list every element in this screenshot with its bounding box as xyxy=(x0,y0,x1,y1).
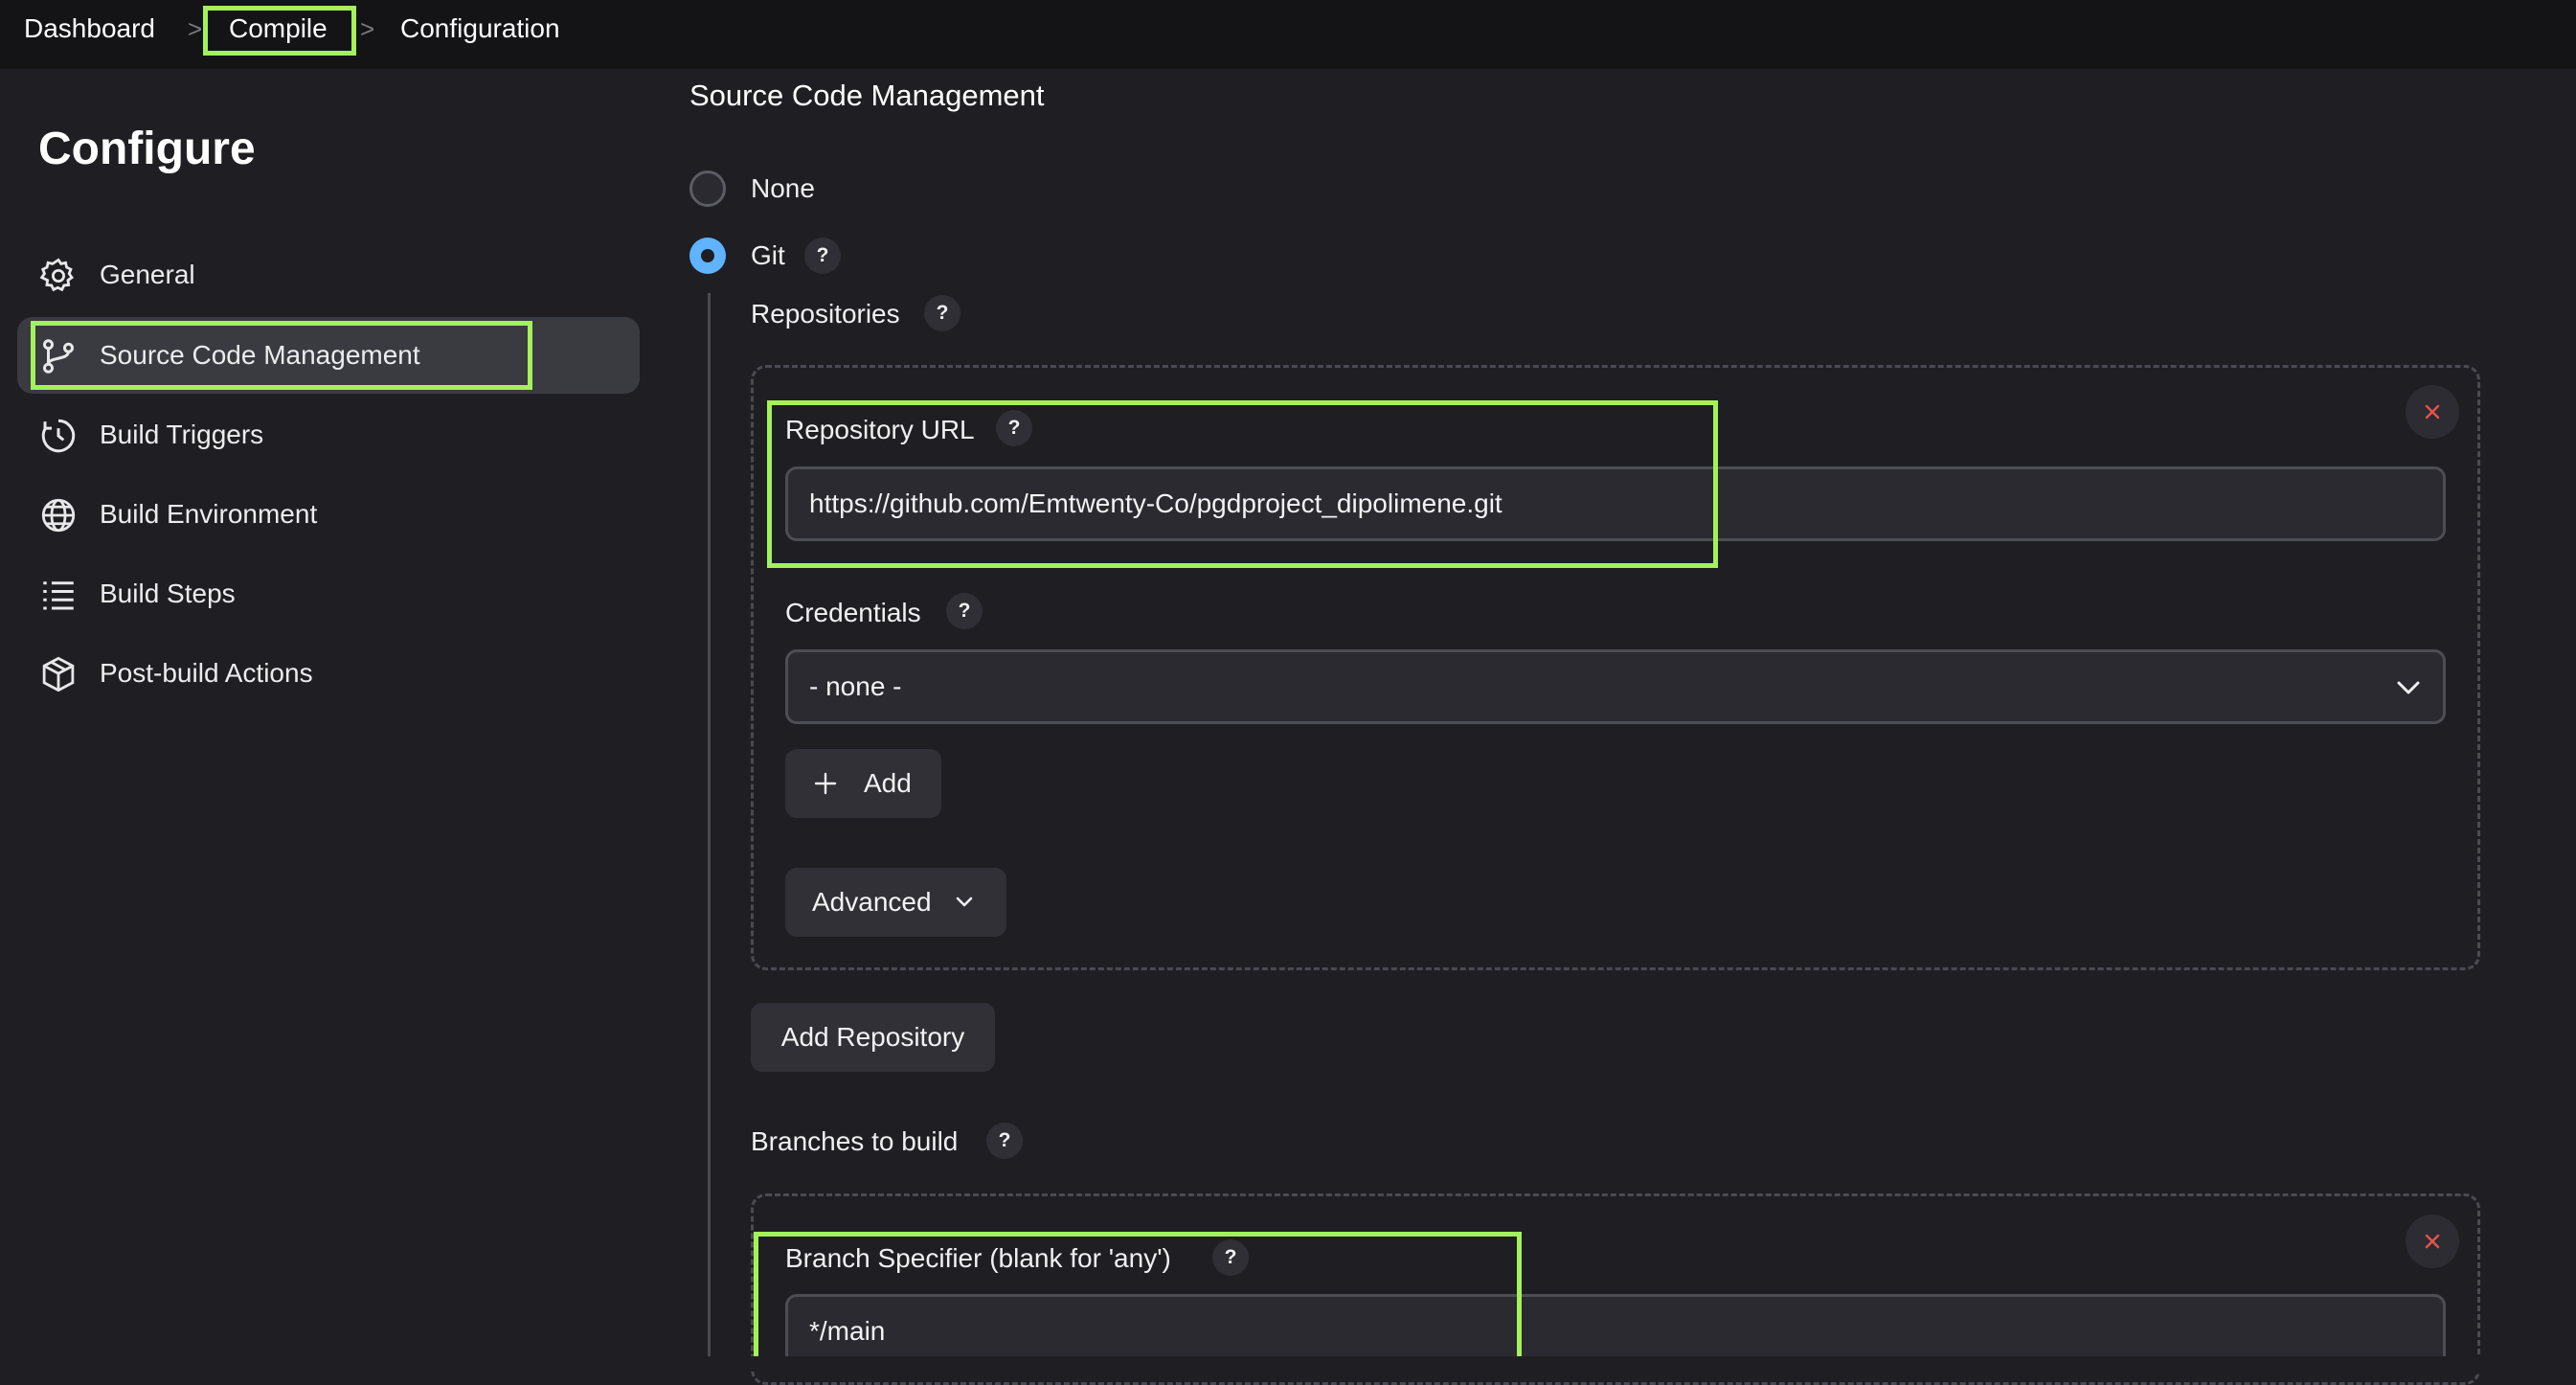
sidebar-item-post-build-actions[interactable]: Post-build Actions xyxy=(17,635,640,712)
sidebar-item-build-environment[interactable]: Build Environment xyxy=(17,476,640,553)
advanced-button[interactable]: Advanced xyxy=(785,868,1006,937)
sidebar-title: Configure xyxy=(38,124,256,174)
gear-icon xyxy=(39,258,74,292)
delete-repository-button[interactable] xyxy=(2406,385,2459,439)
advanced-button-label: Advanced xyxy=(812,887,932,917)
repositories-label: Repositories xyxy=(751,299,900,329)
breadcrumb-bar: Dashboard > Compile > Configuration xyxy=(0,0,2576,69)
breadcrumb-dashboard[interactable]: Dashboard xyxy=(24,13,155,44)
sidebar-item-label: Build Triggers xyxy=(100,420,264,449)
sidebar-item-label: Build Environment xyxy=(100,499,318,529)
globe-icon xyxy=(41,498,76,533)
sidebar-item-label: Build Steps xyxy=(100,579,236,608)
breadcrumb-configuration[interactable]: Configuration xyxy=(400,13,560,44)
section-divider xyxy=(708,293,711,1356)
close-icon xyxy=(2425,404,2440,420)
help-icon[interactable]: ? xyxy=(986,1123,1023,1159)
chevron-down-icon xyxy=(956,897,973,907)
clock-icon xyxy=(41,419,76,453)
help-icon[interactable]: ? xyxy=(946,593,983,629)
help-icon[interactable]: ? xyxy=(1212,1239,1249,1276)
breadcrumb-compile[interactable]: Compile xyxy=(229,13,328,44)
radio-git-label: Git xyxy=(751,240,785,270)
add-button-label: Add xyxy=(864,768,912,798)
close-icon xyxy=(2425,1234,2440,1249)
add-repository-button[interactable]: Add Repository xyxy=(751,1003,995,1072)
section-title: Source Code Management xyxy=(689,79,1045,112)
delete-branch-button[interactable] xyxy=(2406,1215,2459,1268)
git-branch-icon xyxy=(42,339,75,374)
branch-specifier-label: Branch Specifier (blank for 'any') xyxy=(785,1243,1171,1273)
plus-icon xyxy=(814,772,837,795)
bottom-edge xyxy=(0,1356,2576,1372)
sidebar-item-label: Source Code Management xyxy=(100,340,420,370)
credentials-select[interactable]: - none - xyxy=(785,649,2446,724)
credentials-label: Credentials xyxy=(785,598,921,627)
chevron-down-icon xyxy=(2397,681,2420,694)
add-credentials-button[interactable]: Add xyxy=(785,749,941,818)
sidebar-item-build-triggers[interactable]: Build Triggers xyxy=(17,397,640,473)
radio-git[interactable] xyxy=(689,238,726,274)
list-icon xyxy=(43,581,74,610)
repository-url-label: Repository URL xyxy=(785,415,975,444)
radio-none-label: None xyxy=(751,173,815,203)
sidebar-item-label: General xyxy=(100,260,195,289)
sidebar-item-source-code-management[interactable]: Source Code Management xyxy=(17,317,640,394)
help-icon[interactable]: ? xyxy=(924,295,960,331)
branches-to-build-label: Branches to build xyxy=(751,1126,959,1156)
sidebar-item-build-steps[interactable]: Build Steps xyxy=(17,556,640,632)
repository-url-input[interactable]: https://github.com/Emtwenty-Co/pgdprojec… xyxy=(785,466,2446,541)
sidebar-item-general[interactable]: General xyxy=(17,237,640,313)
help-icon[interactable]: ? xyxy=(804,238,841,274)
package-icon xyxy=(42,656,75,692)
chevron-right-icon: > xyxy=(360,14,375,43)
radio-none[interactable] xyxy=(689,170,726,207)
credentials-select-value: - none - xyxy=(809,671,902,701)
sidebar-item-label: Post-build Actions xyxy=(100,658,313,688)
help-icon[interactable]: ? xyxy=(996,410,1032,446)
chevron-right-icon: > xyxy=(188,14,203,43)
